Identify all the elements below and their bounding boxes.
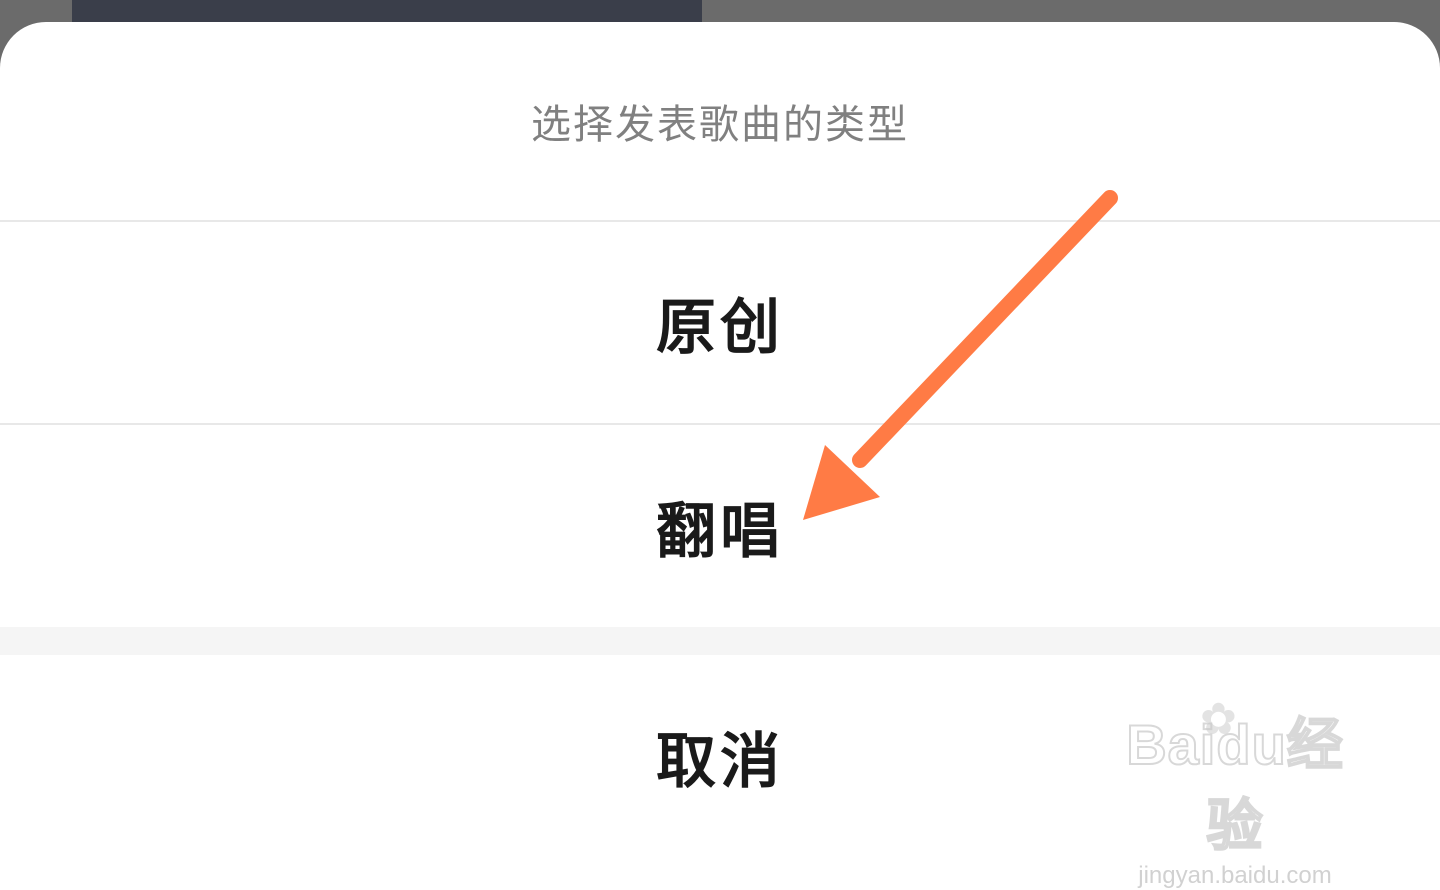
paw-icon: ✿ [1200, 695, 1237, 744]
option-original-button[interactable]: 原创 [0, 222, 1440, 425]
sheet-divider-gap [0, 627, 1440, 655]
option-cover-button[interactable]: 翻唱 [0, 425, 1440, 627]
watermark-url: jingyan.baidu.com [1138, 862, 1332, 889]
cancel-label: 取消 [656, 726, 784, 797]
baidu-watermark: ✿ Baidu经验 jingyan.baidu.com [1100, 695, 1370, 889]
option-original-label: 原创 [656, 293, 784, 363]
sheet-title: 选择发表歌曲的类型 [0, 22, 1440, 222]
option-cover-label: 翻唱 [656, 496, 784, 567]
